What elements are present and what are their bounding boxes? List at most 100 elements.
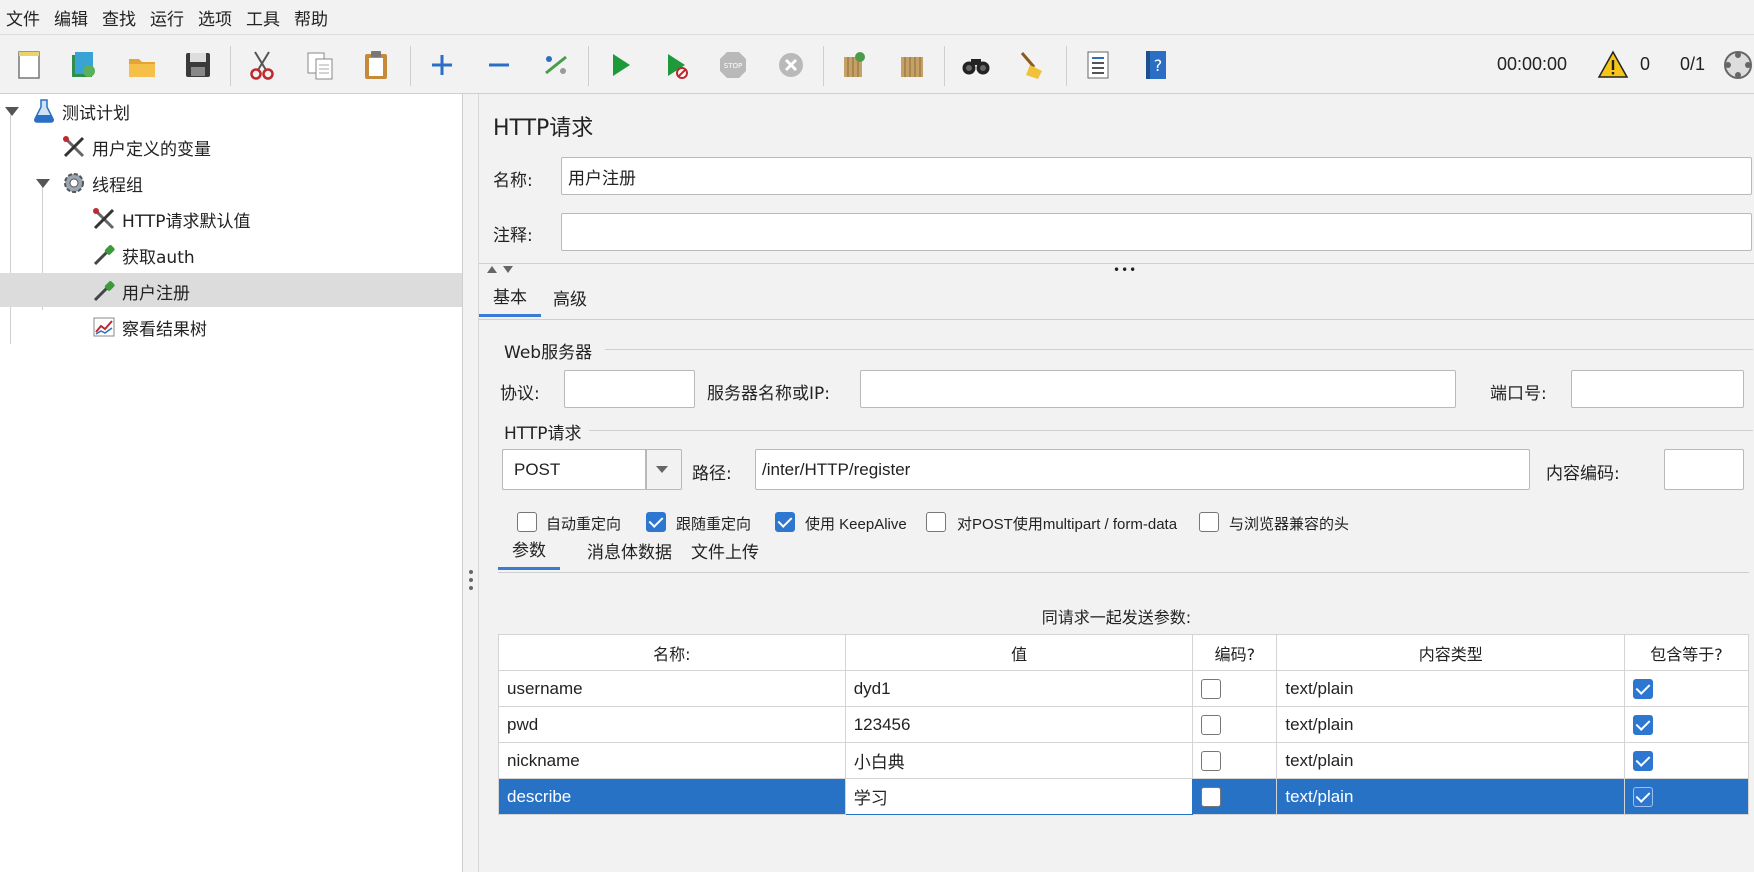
encode-checkbox[interactable]	[1201, 786, 1222, 807]
collapse-arrow-icon[interactable]	[36, 179, 50, 188]
tab-parameters[interactable]: 参数	[498, 530, 560, 570]
tree-item-result-tree[interactable]: 察看结果树	[90, 310, 207, 344]
auto-redirect-checkbox[interactable]	[517, 512, 537, 532]
param-encode-cell	[1192, 670, 1278, 707]
tab-file-upload[interactable]: 文件上传	[677, 530, 773, 570]
include-equals-checkbox[interactable]	[1633, 678, 1654, 699]
name-field[interactable]: 用户注册	[561, 157, 1752, 195]
param-include-equals-cell	[1624, 706, 1749, 743]
menu-search[interactable]: 查找	[102, 5, 136, 30]
include-equals-checkbox[interactable]	[1633, 750, 1654, 771]
collapse-down-icon[interactable]	[503, 266, 513, 273]
include-equals-checkbox[interactable]	[1633, 786, 1654, 807]
menu-options[interactable]: 选项	[198, 5, 232, 30]
encoding-field[interactable]	[1664, 449, 1744, 490]
column-header-value[interactable]: 值	[844, 634, 1194, 671]
server-field[interactable]	[860, 370, 1456, 408]
cut-icon[interactable]	[244, 47, 280, 83]
include-equals-checkbox[interactable]	[1633, 714, 1654, 735]
tree-item-user-variables[interactable]: 用户定义的变量	[60, 130, 211, 164]
method-select-value: POST	[514, 459, 561, 479]
encode-checkbox[interactable]	[1201, 750, 1222, 771]
column-header-include-equals[interactable]: 包含等于?	[1624, 634, 1749, 671]
path-field[interactable]: /inter/HTTP/register	[755, 449, 1530, 490]
param-content-type-cell[interactable]: text/plain	[1276, 670, 1626, 707]
param-content-type-cell[interactable]: text/plain	[1276, 742, 1626, 779]
collapse-up-icon[interactable]	[487, 266, 497, 273]
tree-item-get-auth[interactable]: 获取auth	[90, 238, 195, 272]
browser-headers-label: 与浏览器兼容的头	[1229, 516, 1350, 533]
param-name-cell[interactable]: describe	[498, 778, 846, 815]
function-helper-icon[interactable]	[1080, 47, 1116, 83]
save-icon[interactable]	[180, 47, 216, 83]
menu-edit[interactable]: 编辑	[54, 5, 88, 30]
start-icon[interactable]	[602, 47, 638, 83]
table-row[interactable]: nickname 小白典 text/plain	[498, 742, 1749, 779]
clear-all-icon[interactable]	[894, 47, 930, 83]
keepalive-checkbox[interactable]	[775, 512, 795, 532]
param-value-cell[interactable]: 小白典	[844, 742, 1194, 779]
table-row[interactable]: pwd 123456 text/plain	[498, 706, 1749, 743]
port-field[interactable]	[1571, 370, 1744, 408]
expand-icon[interactable]	[424, 47, 460, 83]
protocol-field[interactable]	[564, 370, 695, 408]
split-pane-divider[interactable]	[463, 94, 479, 872]
param-name-cell[interactable]: nickname	[498, 742, 846, 779]
tree-item-http-defaults[interactable]: HTTP请求默认值	[90, 202, 251, 236]
method-select[interactable]: POST	[502, 449, 668, 490]
tab-advanced[interactable]: 高级	[539, 277, 601, 317]
comment-field[interactable]	[561, 213, 1752, 251]
new-icon[interactable]	[11, 47, 47, 83]
param-name-cell[interactable]: pwd	[498, 706, 846, 743]
tree-selection-highlight	[0, 273, 462, 307]
table-row[interactable]: username dyd1 text/plain	[498, 670, 1749, 707]
column-header-encode[interactable]: 编码?	[1192, 634, 1278, 671]
column-header-name[interactable]: 名称:	[498, 634, 846, 671]
menubar: 文件 编辑 查找 运行 选项 工具 帮助	[0, 0, 1754, 35]
tab-body-data[interactable]: 消息体数据	[573, 530, 686, 570]
menu-file[interactable]: 文件	[6, 5, 40, 30]
follow-redirect-checkbox[interactable]	[646, 512, 666, 532]
open-icon[interactable]	[124, 47, 160, 83]
menu-tools[interactable]: 工具	[246, 5, 280, 30]
param-content-type-cell[interactable]: text/plain	[1276, 706, 1626, 743]
test-plan-tree: 测试计划 用户定义的变量 线程组 HTTP请求默认值 获取auth 用户注册 察…	[0, 94, 463, 872]
encode-checkbox[interactable]	[1201, 678, 1222, 699]
remote-status-icon[interactable]	[1720, 47, 1754, 83]
paste-icon[interactable]	[358, 47, 394, 83]
copy-icon[interactable]	[302, 47, 338, 83]
menu-help[interactable]: 帮助	[294, 5, 328, 30]
table-row-selected[interactable]: describe 学习 text/plain	[498, 778, 1749, 815]
param-value-editor[interactable]: 学习	[844, 778, 1194, 815]
multipart-checkbox[interactable]	[926, 512, 946, 532]
param-value-cell[interactable]: 123456	[844, 706, 1194, 743]
stop-icon[interactable]: STOP	[715, 47, 751, 83]
tree-item-test-plan[interactable]: 测试计划	[30, 94, 130, 128]
warning-icon[interactable]	[1595, 47, 1631, 83]
tree-item-label: 线程组	[92, 175, 143, 196]
param-value-cell[interactable]: dyd1	[844, 670, 1194, 707]
menu-run[interactable]: 运行	[150, 5, 184, 30]
collapse-arrow-icon[interactable]	[5, 107, 19, 116]
browser-headers-checkbox[interactable]	[1199, 512, 1219, 532]
search-icon[interactable]	[958, 47, 994, 83]
shutdown-icon[interactable]	[773, 47, 809, 83]
chevron-down-icon[interactable]	[656, 466, 668, 473]
warning-count: 0	[1640, 54, 1651, 74]
tree-item-user-register[interactable]: 用户注册	[90, 274, 190, 308]
param-content-type-cell[interactable]: text/plain	[1276, 778, 1626, 815]
param-name-cell[interactable]: username	[498, 670, 846, 707]
help-icon[interactable]: ?	[1138, 47, 1174, 83]
tree-item-thread-group[interactable]: 线程组	[60, 166, 143, 200]
drag-handle-icon[interactable]: •••	[1113, 264, 1137, 276]
templates-icon[interactable]	[65, 47, 101, 83]
tab-basic[interactable]: 基本	[479, 277, 541, 317]
start-no-pause-icon[interactable]	[658, 47, 694, 83]
http-request-panel: HTTP请求 名称: 用户注册 注释: ••• 基本 高级 Web服务器 协议:…	[479, 94, 1754, 872]
toggle-icon[interactable]	[538, 47, 574, 83]
encode-checkbox[interactable]	[1201, 714, 1222, 735]
clear-icon[interactable]	[836, 47, 872, 83]
reset-search-icon[interactable]	[1014, 47, 1050, 83]
column-header-content-type[interactable]: 内容类型	[1276, 634, 1626, 671]
collapse-icon[interactable]	[481, 47, 517, 83]
